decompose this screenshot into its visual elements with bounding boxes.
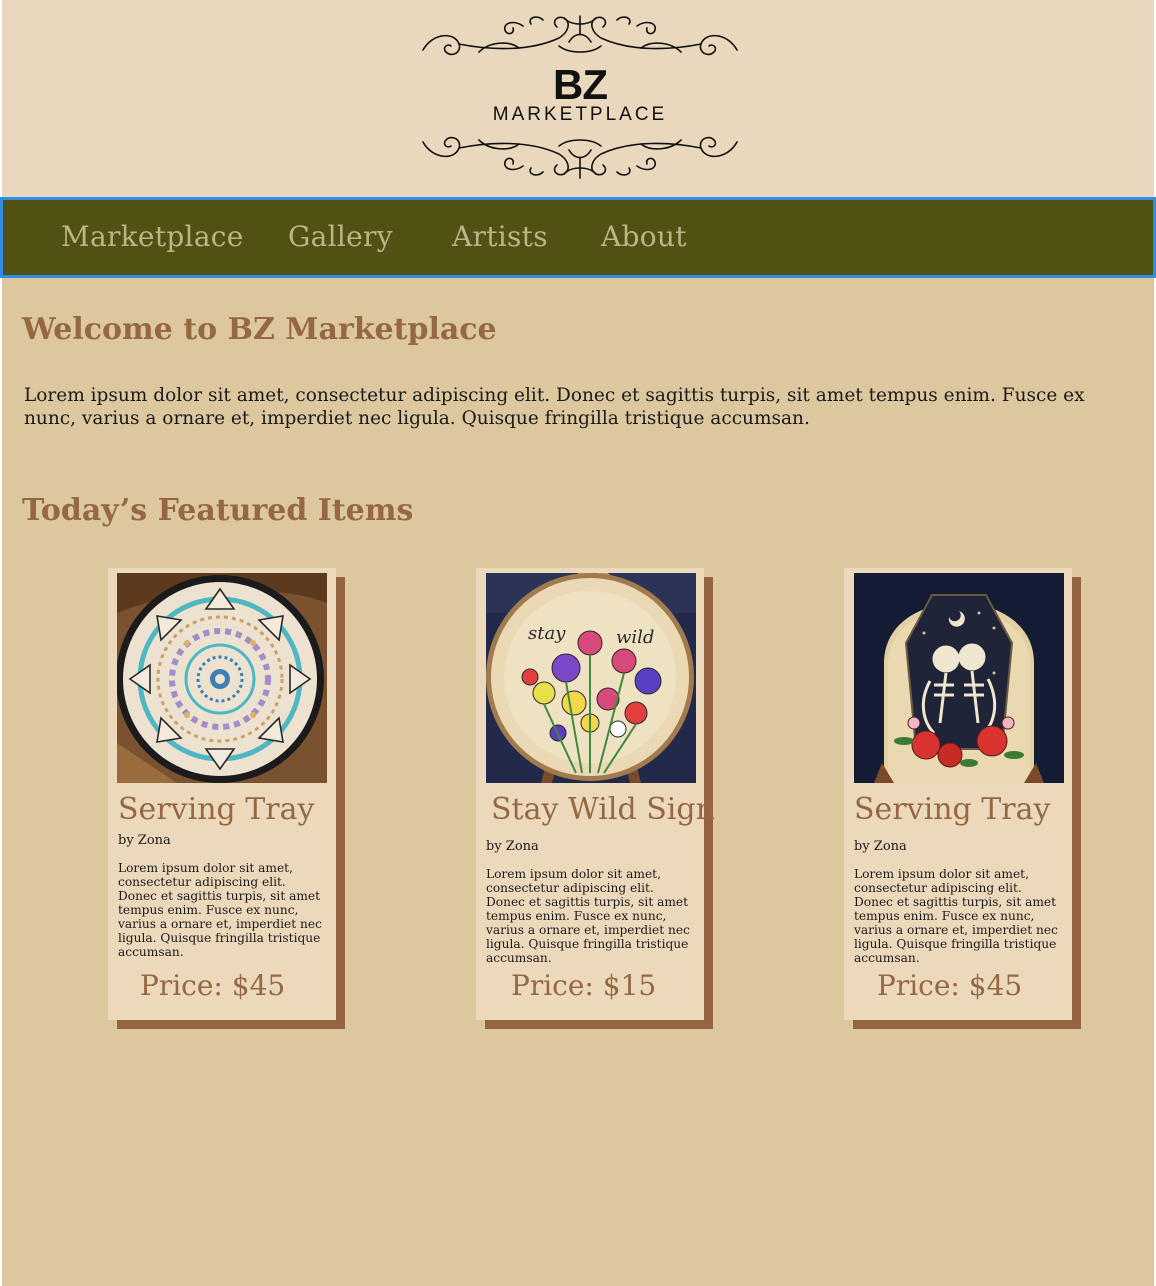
sign-text-stay: stay [528,623,566,644]
card-description: Lorem ipsum dolor sit amet, consectetur … [854,867,1058,965]
card-price: Price: $45 [877,969,1023,1002]
intro-paragraph: Lorem ipsum dolor sit amet, consectetur … [24,385,1085,429]
main-nav: Marketplace Gallery Artists About [0,197,1156,278]
skeleton-lovers-coffin-tray-image[interactable] [854,573,1064,783]
card-description: Lorem ipsum dolor sit amet, consectetur … [118,861,322,959]
sign-text-wild: wild [616,627,654,648]
product-card[interactable]: stay wild Stay Wild Sign by Zona Lorem i… [476,568,715,1020]
logo-marketplace-text: MARKETPLACE [492,104,668,125]
site-header: BZ MARKETPLACE [2,0,1154,197]
card-artist[interactable]: by Zona [486,839,539,855]
card-title[interactable]: Stay Wild Sign [491,792,715,828]
site-logo[interactable]: BZ MARKETPLACE [419,12,741,180]
card-price: Price: $15 [511,969,657,1002]
card-title[interactable]: Serving Tray [854,792,1050,828]
card-description: Lorem ipsum dolor sit amet, consectetur … [486,867,690,965]
nav-item-artists[interactable]: Artists [452,219,548,255]
nav-item-gallery[interactable]: Gallery [288,219,393,255]
mandala-seashell-tray-image[interactable] [117,573,327,783]
card-price: Price: $45 [140,969,286,1002]
logo-bz-text: BZ [553,61,608,108]
nav-item-about[interactable]: About [601,219,687,255]
product-card[interactable]: Serving Tray by Zona Lorem ipsum dolor s… [108,568,336,1020]
card-title[interactable]: Serving Tray [118,792,314,828]
featured-items-heading: Today’s Featured Items [22,493,414,528]
product-card[interactable]: Serving Tray by Zona Lorem ipsum dolor s… [844,568,1072,1020]
card-artist[interactable]: by Zona [854,839,907,855]
stay-wild-floral-sign-image[interactable]: stay wild [486,573,696,783]
nav-item-marketplace[interactable]: Marketplace [61,219,244,255]
card-artist[interactable]: by Zona [118,833,171,849]
welcome-heading: Welcome to BZ Marketplace [22,312,497,347]
